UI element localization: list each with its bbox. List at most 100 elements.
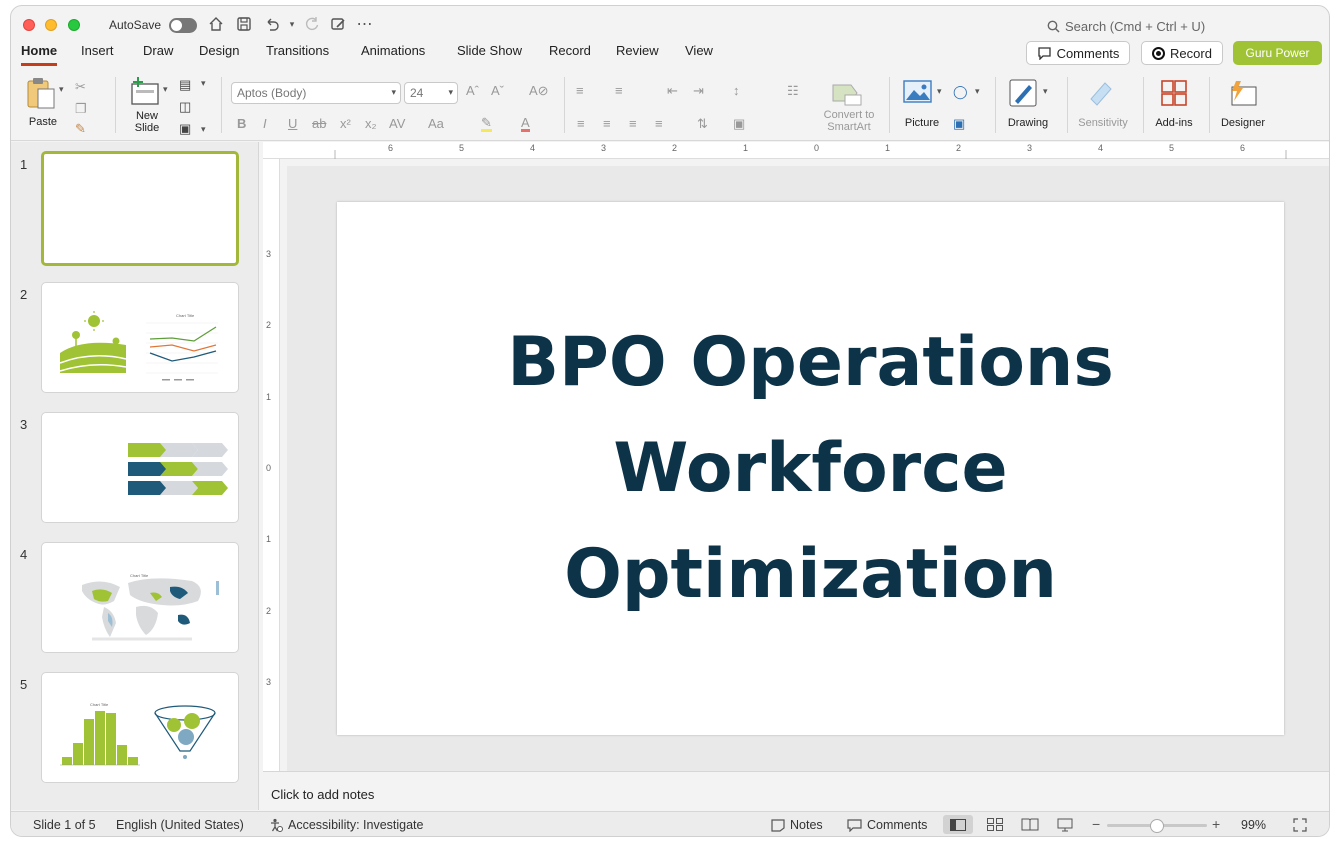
increase-indent-icon: ⇥: [693, 83, 704, 98]
customize-icon[interactable]: [329, 15, 347, 33]
ruler-label: 5: [1169, 143, 1175, 153]
text-direction-icon: ⇅: [697, 116, 708, 131]
zoom-slider[interactable]: [1107, 819, 1207, 833]
layout-icon[interactable]: ▤: [179, 77, 191, 93]
slide-show-button[interactable]: [1057, 818, 1073, 835]
tab-record[interactable]: Record: [549, 43, 591, 63]
zoom-out-button[interactable]: −: [1092, 816, 1100, 832]
new-slide-icon: [131, 77, 159, 105]
autosave-toggle[interactable]: [169, 18, 197, 33]
subscript-icon: x₂: [365, 116, 377, 131]
reading-view-button[interactable]: [1021, 818, 1039, 834]
font-size-select[interactable]: 24 ▾: [404, 82, 458, 104]
convert-smartart-label: Convert to SmartArt: [823, 109, 875, 133]
slide-thumbnail-4[interactable]: Chart Title: [41, 542, 239, 653]
home-icon[interactable]: [207, 15, 225, 33]
more-options-icon[interactable]: ⋯: [356, 15, 374, 33]
tab-draw[interactable]: Draw: [143, 43, 173, 63]
ribbon-separator: [564, 77, 565, 133]
title-line: Workforce: [613, 428, 1008, 508]
tab-review[interactable]: Review: [616, 43, 659, 63]
section-dropdown-icon[interactable]: ▾: [201, 124, 206, 135]
tab-home[interactable]: Home: [21, 43, 58, 66]
zoom-level[interactable]: 99%: [1241, 818, 1266, 832]
zoom-in-button[interactable]: +: [1212, 816, 1220, 832]
slide-thumbnail-pane[interactable]: 1 2 Chart Title 3 4 Chart Title 5 Chart …: [11, 142, 259, 810]
bullets-icon: ≡: [576, 83, 584, 98]
comment-icon: [1037, 47, 1051, 60]
thumbnail-chart-title: Chart Title: [90, 702, 109, 707]
record-button[interactable]: Record: [1141, 41, 1223, 65]
ruler-label: 1: [885, 143, 891, 153]
notes-pane[interactable]: Click to add notes: [263, 771, 1329, 809]
tab-animations[interactable]: Animations: [361, 43, 425, 63]
slide-thumbnail-2[interactable]: Chart Title: [41, 282, 239, 393]
new-slide-label: New Slide: [134, 110, 160, 134]
tab-design[interactable]: Design: [199, 43, 239, 63]
reset-icon[interactable]: ◫: [179, 99, 191, 115]
zoom-window-button[interactable]: [68, 19, 80, 31]
underline-icon: U: [288, 116, 298, 131]
paste-dropdown-icon[interactable]: ▾: [59, 84, 64, 95]
paste-label: Paste: [28, 116, 58, 128]
zoom-slider-thumb[interactable]: [1150, 819, 1164, 833]
fit-to-window-icon: [1293, 818, 1307, 832]
ruler-label: 0: [266, 463, 272, 473]
slide-sorter-button[interactable]: [987, 818, 1003, 834]
copy-icon: ❐: [75, 101, 87, 116]
tab-transitions[interactable]: Transitions: [266, 43, 329, 63]
search-box[interactable]: Search (Cmd + Ctrl + U): [1047, 19, 1205, 34]
tab-slide-show[interactable]: Slide Show: [457, 43, 522, 63]
ribbon-separator: [115, 77, 116, 133]
undo-icon[interactable]: [263, 15, 281, 33]
save-icon[interactable]: [235, 15, 253, 33]
convert-smartart-button: Convert to SmartArt: [819, 79, 879, 135]
slide-title-textbox[interactable]: BPO Operations Workforce Optimization: [461, 310, 1161, 628]
search-icon: [1047, 20, 1060, 33]
bold-icon: B: [237, 116, 247, 131]
tab-view[interactable]: View: [685, 43, 713, 63]
designer-button[interactable]: Designer: [1215, 77, 1271, 133]
accessibility-button[interactable]: Accessibility: Investigate: [269, 818, 423, 832]
slide-thumbnail-3[interactable]: [41, 412, 239, 523]
picture-label: Picture: [904, 117, 940, 129]
format-painter-icon[interactable]: ✎: [75, 121, 86, 137]
section-icon[interactable]: ▣: [179, 121, 191, 137]
guru-power-button[interactable]: Guru Power: [1233, 41, 1322, 65]
thumbnail-chart-title: Chart Title: [130, 573, 149, 578]
ribbon-separator: [1143, 77, 1144, 133]
tab-insert[interactable]: Insert: [81, 43, 114, 63]
layout-dropdown-icon[interactable]: ▾: [201, 78, 206, 89]
shapes-icon[interactable]: ◯: [953, 84, 968, 100]
record-button-label: Record: [1170, 45, 1212, 61]
slide-number: 1: [20, 157, 28, 172]
language-indicator[interactable]: English (United States): [116, 818, 244, 832]
align-center-icon: ≡: [603, 116, 611, 131]
drawing-dropdown-icon[interactable]: ▾: [1043, 86, 1048, 97]
comments-toggle-label: Comments: [867, 818, 928, 832]
shapes-dropdown-icon[interactable]: ▾: [975, 86, 980, 97]
notes-toggle-button[interactable]: Notes: [771, 818, 823, 832]
addins-button[interactable]: Add-ins: [1151, 77, 1197, 133]
comments-toggle-button[interactable]: Comments: [847, 818, 927, 832]
comments-button[interactable]: Comments: [1026, 41, 1130, 65]
minimize-window-button[interactable]: [45, 19, 57, 31]
slide-editor[interactable]: BPO Operations Workforce Optimization: [337, 202, 1284, 735]
normal-view-button[interactable]: [943, 815, 973, 834]
slide-number: 2: [20, 287, 28, 302]
slide-thumbnail-1[interactable]: [41, 151, 239, 266]
text-box-icon[interactable]: ▣: [953, 116, 965, 132]
font-name-select[interactable]: Aptos (Body) ▾: [231, 82, 401, 104]
picture-dropdown-icon[interactable]: ▾: [937, 86, 942, 97]
close-window-button[interactable]: [23, 19, 35, 31]
undo-dropdown-icon[interactable]: ▾: [283, 15, 301, 33]
decrease-font-icon: Aˇ: [491, 83, 504, 98]
drawing-icon: [1009, 79, 1037, 107]
comments-button-label: Comments: [1056, 45, 1120, 61]
new-slide-dropdown-icon[interactable]: ▾: [163, 84, 168, 95]
slide-thumbnail-5[interactable]: Chart Title: [41, 672, 239, 783]
notes-toggle-label: Notes: [790, 818, 823, 832]
paste-button[interactable]: Paste: [23, 74, 63, 132]
fit-to-window-button[interactable]: [1293, 818, 1307, 835]
accessibility-icon: [271, 818, 283, 832]
